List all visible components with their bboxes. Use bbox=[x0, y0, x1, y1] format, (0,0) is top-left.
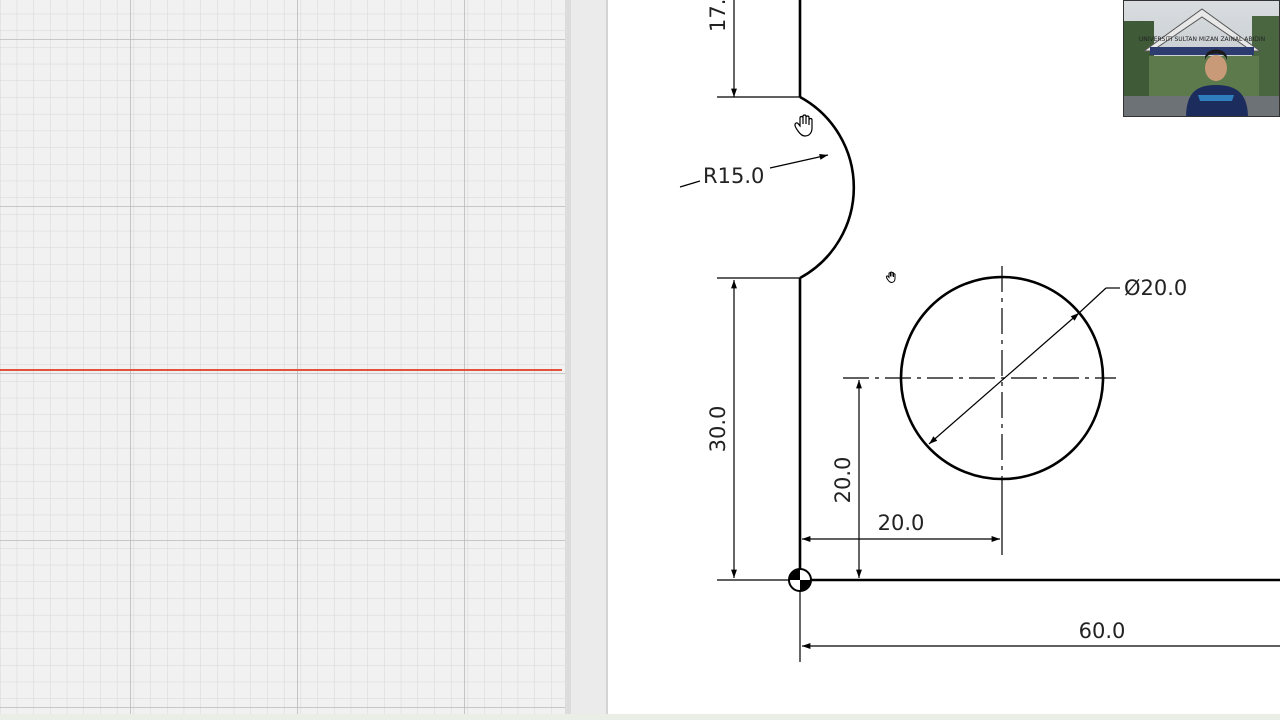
webcam-image: UNIVERSITI SULTAN MIZAN ZAINAL ABIDIN bbox=[1124, 1, 1279, 116]
webcam-sign-text: UNIVERSITI SULTAN MIZAN ZAINAL ABIDIN bbox=[1139, 36, 1265, 43]
dim-text-top-partial[interactable]: 17. bbox=[706, 0, 730, 32]
splitter-edge-left bbox=[565, 0, 571, 720]
dim-text-radius[interactable]: R15.0 bbox=[703, 164, 764, 188]
webcam-overlay: UNIVERSITI SULTAN MIZAN ZAINAL ABIDIN bbox=[1123, 0, 1280, 117]
sketch-grid-panel[interactable] bbox=[0, 0, 565, 720]
dim-text-hole-horizontal[interactable]: 20.0 bbox=[878, 511, 925, 535]
origin-marker-icon bbox=[788, 568, 812, 592]
status-strip bbox=[0, 714, 1280, 720]
dim-text-diameter[interactable]: Ø20.0 bbox=[1124, 276, 1187, 300]
dim-text-hole-vertical[interactable]: 20.0 bbox=[831, 457, 855, 504]
small-hand-cursor-icon bbox=[885, 271, 896, 284]
dim-text-overall-width[interactable]: 60.0 bbox=[1079, 619, 1126, 643]
dim-text-left-height[interactable]: 30.0 bbox=[706, 406, 730, 453]
panel-splitter[interactable] bbox=[565, 0, 608, 720]
hand-cursor-icon bbox=[794, 114, 813, 137]
grid-lines bbox=[0, 0, 565, 720]
